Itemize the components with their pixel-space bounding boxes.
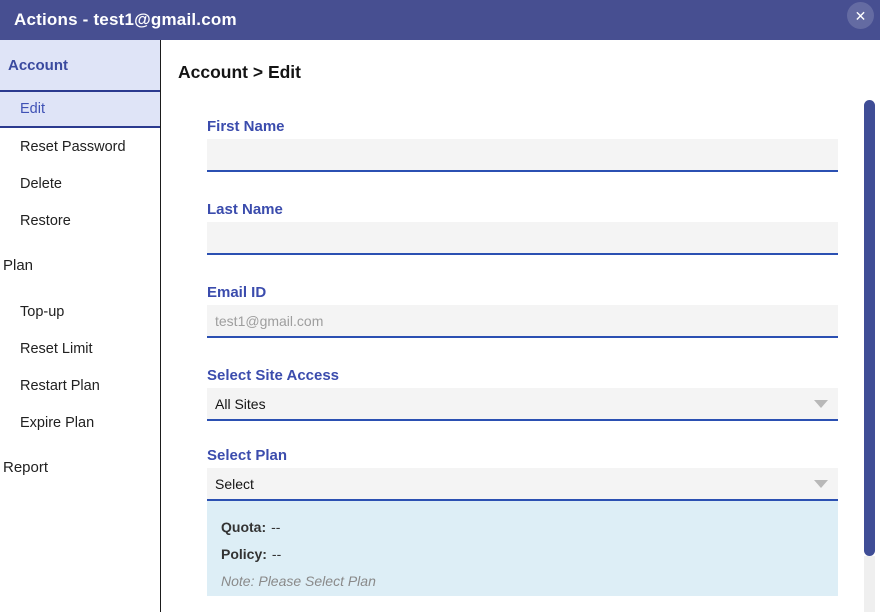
sidebar-item-label: Reset Limit <box>20 341 93 357</box>
sidebar-item-restart-plan[interactable]: Restart Plan <box>0 367 160 404</box>
plan-selected-value: Select <box>215 476 254 492</box>
sidebar-item-label: Restore <box>20 213 71 229</box>
last-name-input[interactable] <box>207 222 838 255</box>
breadcrumb: Account > Edit <box>178 62 880 83</box>
edit-account-form: First Name Last Name Email ID Select Sit… <box>207 118 838 596</box>
last-name-label: Last Name <box>207 201 838 218</box>
modal-title: Actions - test1@gmail.com <box>14 10 237 30</box>
sidebar: Account Edit Reset Password Delete Resto… <box>0 40 161 612</box>
actions-modal: Actions - test1@gmail.com ✕ Account Edit… <box>0 0 880 612</box>
close-icon: ✕ <box>855 9 867 23</box>
sidebar-section-report[interactable]: Report <box>0 449 160 486</box>
sidebar-item-reset-password[interactable]: Reset Password <box>0 128 160 165</box>
site-access-label: Select Site Access <box>207 367 838 384</box>
sidebar-item-expire-plan[interactable]: Expire Plan <box>0 404 160 441</box>
sidebar-section-account-label: Account <box>8 57 68 74</box>
first-name-field: First Name <box>207 118 838 172</box>
email-label: Email ID <box>207 284 838 301</box>
chevron-down-icon <box>814 480 828 488</box>
quota-label: Quota: <box>221 519 266 535</box>
sidebar-item-label: Reset Password <box>20 139 126 155</box>
sidebar-plan-items: Top-up Reset Limit Restart Plan Expire P… <box>0 293 160 441</box>
plan-note: Note: Please Select Plan <box>221 567 824 594</box>
sidebar-item-label: Delete <box>20 176 62 192</box>
main-content: Account > Edit First Name Last Name Emai… <box>161 40 880 612</box>
plan-field: Select Plan Select <box>207 447 838 501</box>
sidebar-item-reset-limit[interactable]: Reset Limit <box>0 330 160 367</box>
sidebar-section-plan-label: Plan <box>3 257 33 274</box>
sidebar-item-restore[interactable]: Restore <box>0 202 160 239</box>
scrollbar-track[interactable] <box>864 556 875 612</box>
sidebar-item-label: Edit <box>20 101 45 117</box>
plan-label: Select Plan <box>207 447 838 464</box>
quota-value: -- <box>271 519 280 535</box>
sidebar-item-label: Top-up <box>20 304 64 320</box>
sidebar-item-edit[interactable]: Edit <box>0 92 160 128</box>
first-name-input[interactable] <box>207 139 838 172</box>
sidebar-section-report-label: Report <box>3 459 48 476</box>
close-button[interactable]: ✕ <box>847 2 874 29</box>
sidebar-item-label: Restart Plan <box>20 378 100 394</box>
site-access-select[interactable]: All Sites <box>207 388 838 421</box>
site-access-selected-value: All Sites <box>215 396 266 412</box>
plan-info-box: Quota: -- Policy: -- Note: Please Select… <box>207 501 838 596</box>
policy-line: Policy: -- <box>221 540 824 567</box>
scrollbar-thumb[interactable] <box>864 100 875 556</box>
quota-line: Quota: -- <box>221 513 824 540</box>
last-name-field: Last Name <box>207 201 838 255</box>
email-input[interactable] <box>207 305 838 338</box>
sidebar-item-top-up[interactable]: Top-up <box>0 293 160 330</box>
plan-select[interactable]: Select <box>207 468 838 501</box>
policy-value: -- <box>272 546 281 562</box>
chevron-down-icon <box>814 400 828 408</box>
sidebar-section-plan[interactable]: Plan <box>0 247 160 284</box>
modal-body: Account Edit Reset Password Delete Resto… <box>0 40 880 612</box>
site-access-field: Select Site Access All Sites <box>207 367 838 421</box>
sidebar-item-delete[interactable]: Delete <box>0 165 160 202</box>
email-field: Email ID <box>207 284 838 338</box>
modal-header: Actions - test1@gmail.com ✕ <box>0 0 880 40</box>
policy-label: Policy: <box>221 546 267 562</box>
sidebar-item-label: Expire Plan <box>20 415 94 431</box>
first-name-label: First Name <box>207 118 838 135</box>
sidebar-section-account[interactable]: Account <box>0 40 160 92</box>
